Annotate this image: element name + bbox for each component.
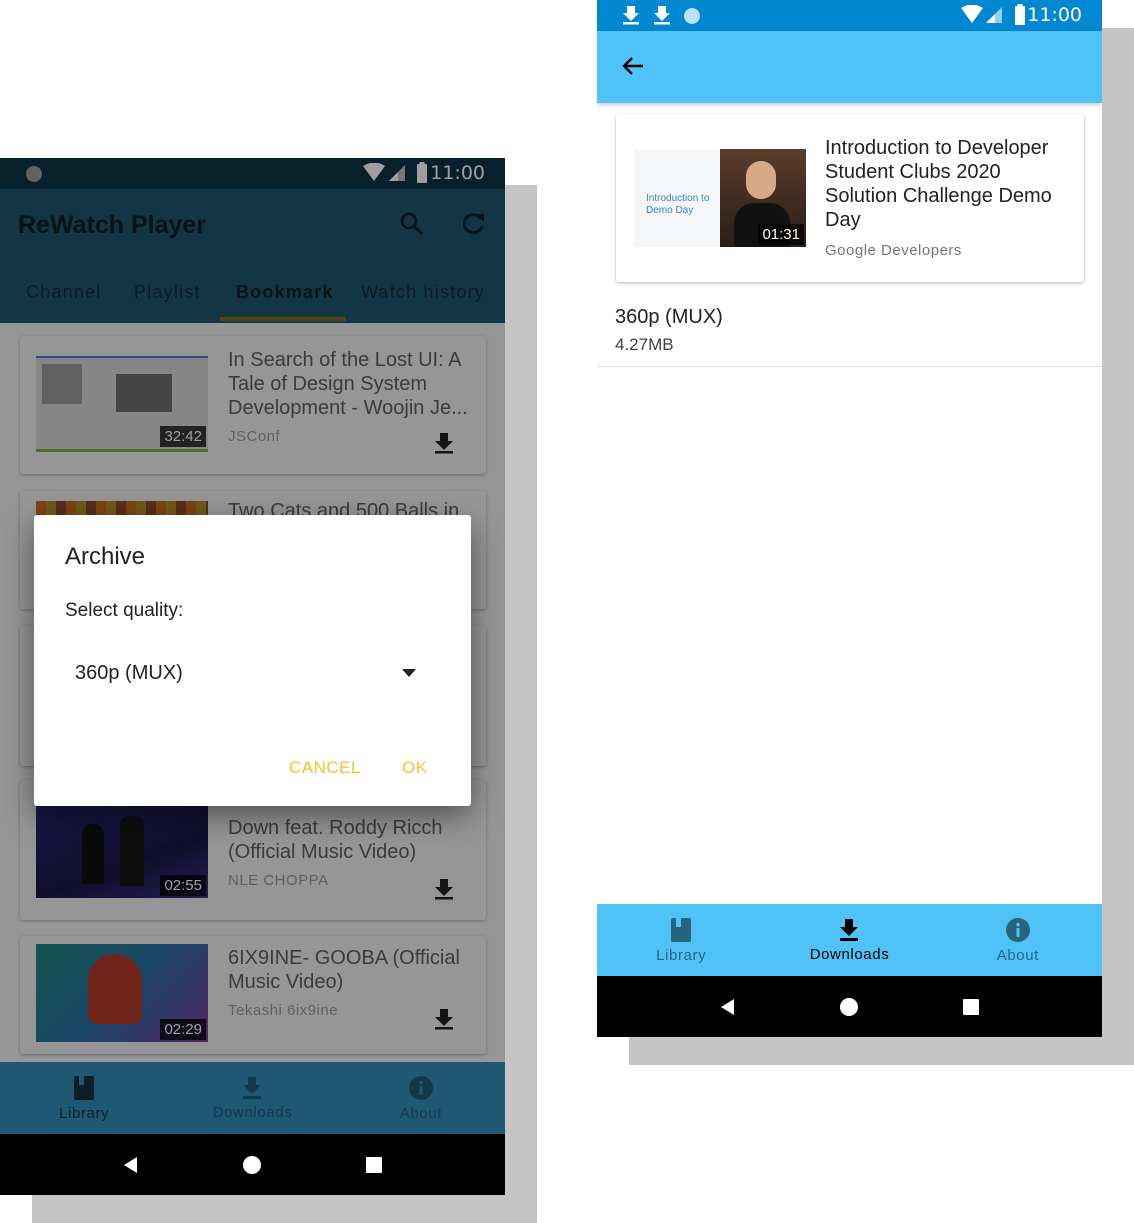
bottom-navigation: Library Downloads About bbox=[0, 1062, 505, 1134]
video-duration: 01:31 bbox=[758, 224, 804, 245]
video-thumbnail: Introduction to Demo Day 01:31 bbox=[634, 149, 806, 247]
info-icon bbox=[1005, 917, 1030, 942]
download-icon bbox=[243, 1076, 262, 1099]
nav-label: Downloads bbox=[212, 1103, 293, 1121]
info-icon bbox=[408, 1075, 433, 1100]
quality-select[interactable]: 360p (MUX) bbox=[65, 649, 425, 697]
nav-downloads[interactable]: Downloads bbox=[765, 904, 933, 976]
download-notification-icon bbox=[654, 6, 670, 25]
nav-library[interactable]: Library bbox=[0, 1062, 168, 1134]
archive-dialog: Archive Select quality: 360p (MUX) CANCE… bbox=[34, 515, 471, 806]
wifi-icon bbox=[961, 5, 983, 23]
dialog-label: Select quality: bbox=[65, 600, 184, 621]
file-size: 4.27MB bbox=[615, 335, 674, 354]
right-phone: 11:00 Introduction to Demo Day 01:31 Int… bbox=[597, 0, 1102, 1037]
file-quality: 360p (MUX) bbox=[615, 306, 723, 328]
home-icon[interactable] bbox=[839, 997, 859, 1017]
app-bar bbox=[597, 31, 1102, 103]
nav-about[interactable]: About bbox=[337, 1062, 505, 1134]
download-file-item[interactable]: 360p (MUX) 4.27MB bbox=[597, 296, 1102, 367]
back-icon[interactable] bbox=[718, 997, 738, 1017]
video-channel: Google Developers bbox=[825, 242, 962, 259]
system-navigation-bar bbox=[0, 1134, 505, 1195]
book-icon bbox=[74, 1075, 95, 1100]
back-arrow-icon[interactable] bbox=[621, 55, 645, 77]
thumb-face bbox=[746, 161, 776, 199]
status-time: 11:00 bbox=[1027, 4, 1082, 26]
system-navigation-bar bbox=[597, 976, 1102, 1037]
nav-about[interactable]: About bbox=[934, 904, 1102, 976]
nav-label: Downloads bbox=[809, 945, 890, 963]
signal-icon bbox=[986, 7, 1002, 23]
battery-icon bbox=[1015, 4, 1025, 25]
status-bar: 11:00 bbox=[597, 0, 1102, 31]
notification-dot-icon bbox=[684, 8, 700, 24]
cancel-button[interactable]: CANCEL bbox=[289, 758, 361, 778]
video-card[interactable]: Introduction to Demo Day 01:31 Introduct… bbox=[616, 114, 1084, 282]
nav-label: About bbox=[996, 946, 1039, 964]
download-notification-icon bbox=[623, 6, 639, 25]
nav-label: Library bbox=[656, 946, 707, 964]
dropdown-arrow-icon bbox=[402, 669, 416, 677]
dialog-title: Archive bbox=[65, 543, 146, 570]
download-icon bbox=[840, 918, 859, 941]
bottom-navigation: Library Downloads About bbox=[597, 904, 1102, 976]
thumb-caption: Introduction to Demo Day bbox=[646, 193, 710, 216]
nav-library[interactable]: Library bbox=[597, 904, 765, 976]
nav-label: About bbox=[399, 1104, 442, 1122]
quality-select-value: 360p (MUX) bbox=[75, 662, 183, 684]
book-icon bbox=[671, 917, 692, 942]
recents-icon[interactable] bbox=[961, 997, 981, 1017]
recents-icon[interactable] bbox=[364, 1155, 384, 1175]
nav-label: Library bbox=[59, 1104, 110, 1122]
home-icon[interactable] bbox=[242, 1155, 262, 1175]
ok-button[interactable]: OK bbox=[402, 758, 428, 778]
nav-downloads[interactable]: Downloads bbox=[168, 1062, 336, 1134]
video-title: Introduction to Developer Student Clubs … bbox=[825, 137, 1052, 231]
back-icon[interactable] bbox=[121, 1155, 141, 1175]
